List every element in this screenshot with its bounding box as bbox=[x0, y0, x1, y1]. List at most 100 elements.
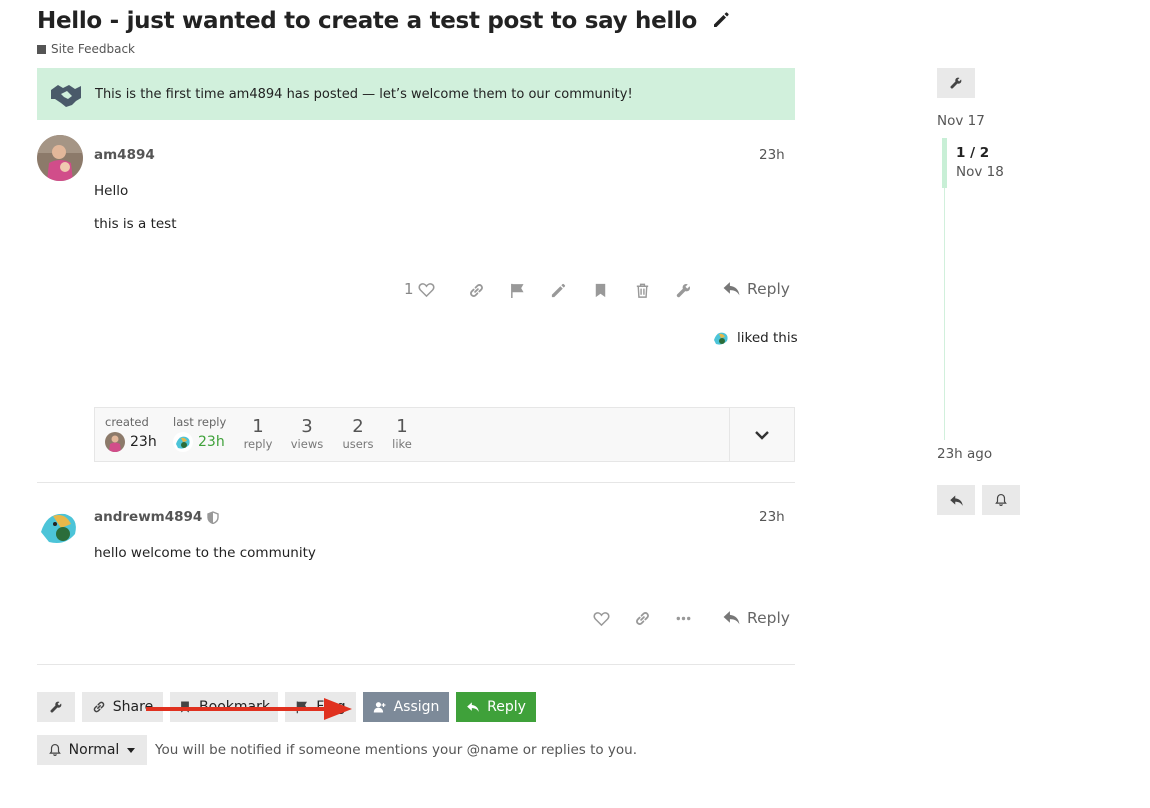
post-username[interactable]: am4894 bbox=[94, 147, 155, 163]
post-reply-button[interactable]: Reply bbox=[722, 608, 790, 627]
topic-map-created[interactable]: created 23h bbox=[105, 415, 157, 470]
first-post-notice: This is the first time am4894 has posted… bbox=[37, 68, 795, 120]
edit-button[interactable] bbox=[548, 280, 568, 300]
first-post-notice-text: This is the first time am4894 has posted… bbox=[95, 86, 633, 102]
post-date[interactable]: 23h bbox=[759, 147, 785, 163]
bell-icon bbox=[48, 743, 61, 757]
avatar bbox=[173, 432, 193, 452]
handshake-icon bbox=[51, 85, 81, 107]
timeline-notifications-button[interactable] bbox=[982, 485, 1020, 515]
like-button[interactable] bbox=[591, 608, 611, 628]
flag-button[interactable] bbox=[507, 280, 527, 300]
wrench-icon bbox=[950, 77, 962, 89]
post-reply-label: Reply bbox=[747, 279, 790, 298]
topic-map: created 23h last reply 23h 1 reply 3 vie… bbox=[94, 407, 795, 462]
topic-footer-divider bbox=[37, 664, 795, 665]
reply-label: Reply bbox=[487, 699, 526, 715]
avatar[interactable] bbox=[37, 504, 83, 550]
post-username[interactable]: andrewm4894 bbox=[94, 509, 202, 525]
reply-to-topic-button[interactable]: Reply bbox=[456, 692, 536, 722]
avatar[interactable] bbox=[37, 135, 83, 181]
created-time: 23h bbox=[130, 434, 157, 450]
avatar[interactable] bbox=[711, 328, 731, 348]
moderator-shield-icon bbox=[207, 510, 220, 524]
stat-value: 2 bbox=[352, 416, 364, 437]
post-date[interactable]: 23h bbox=[759, 509, 785, 525]
assign-label: Assign bbox=[393, 699, 440, 715]
link-icon bbox=[469, 283, 483, 297]
liked-text: liked this bbox=[737, 330, 798, 346]
category-name: Site Feedback bbox=[51, 42, 135, 56]
topic-title-text: Hello - just wanted to create a test pos… bbox=[37, 8, 698, 34]
edit-pencil-icon[interactable] bbox=[711, 10, 731, 36]
notifications-dropdown[interactable]: Normal bbox=[37, 735, 147, 765]
post-reply-label: Reply bbox=[747, 608, 790, 627]
admin-wrench-button[interactable] bbox=[673, 280, 693, 300]
timeline-position: 1 / 2 bbox=[956, 145, 990, 161]
stat-label: reply bbox=[243, 437, 273, 451]
post-username-row: andrewm4894 bbox=[94, 509, 220, 525]
stat-label: like bbox=[392, 437, 412, 451]
flag-icon bbox=[510, 283, 524, 298]
reply-icon bbox=[723, 611, 740, 625]
post-divider bbox=[37, 482, 795, 483]
link-icon bbox=[93, 701, 105, 713]
last-reply-time: 23h bbox=[198, 434, 225, 450]
bookmark-button[interactable] bbox=[590, 280, 610, 300]
timeline-start-date[interactable]: Nov 17 bbox=[937, 113, 985, 129]
delete-button[interactable] bbox=[632, 280, 652, 300]
wrench-icon bbox=[676, 283, 690, 297]
caret-down-icon bbox=[127, 748, 136, 753]
stat-label: users bbox=[342, 437, 374, 451]
post-reply-button[interactable]: Reply bbox=[722, 279, 790, 298]
avatar bbox=[105, 432, 125, 452]
heart-icon bbox=[418, 282, 435, 297]
category-badge[interactable]: Site Feedback bbox=[37, 42, 135, 56]
last-reply-label: last reply bbox=[173, 415, 227, 429]
reply-icon bbox=[467, 702, 479, 713]
heart-icon bbox=[592, 611, 610, 626]
assign-button[interactable]: Assign bbox=[363, 692, 449, 722]
ellipsis-icon bbox=[676, 616, 690, 620]
pencil-icon bbox=[551, 283, 565, 297]
timeline-reply-button[interactable] bbox=[937, 485, 975, 515]
topic-admin-wrench-button[interactable] bbox=[37, 692, 75, 722]
like-count[interactable]: 1 bbox=[404, 280, 414, 298]
wrench-icon bbox=[50, 701, 62, 713]
topic-map-stat-likes[interactable]: 1 like bbox=[388, 416, 416, 471]
copy-link-button[interactable] bbox=[466, 280, 486, 300]
copy-link-button[interactable] bbox=[632, 608, 652, 628]
post-text: this is a test bbox=[94, 216, 177, 232]
user-plus-icon bbox=[373, 702, 386, 713]
show-more-actions-button[interactable] bbox=[673, 608, 693, 628]
timeline-position-date: Nov 18 bbox=[956, 164, 1004, 180]
who-liked: liked this bbox=[711, 328, 798, 348]
chevron-down-icon bbox=[755, 430, 769, 440]
stat-value: 1 bbox=[252, 416, 264, 437]
trash-icon bbox=[636, 283, 648, 298]
notification-level: Normal bbox=[68, 742, 120, 758]
topic-map-stat-replies: 1 reply bbox=[240, 416, 276, 471]
stat-label: views bbox=[290, 437, 324, 451]
topic-map-stat-views: 3 views bbox=[288, 416, 326, 471]
annotation-arrow bbox=[146, 698, 352, 720]
post-text: hello welcome to the community bbox=[94, 545, 316, 561]
link-icon bbox=[635, 611, 649, 625]
topic-map-expand-button[interactable] bbox=[729, 408, 794, 461]
stat-value: 1 bbox=[396, 416, 408, 437]
reply-icon bbox=[723, 282, 740, 296]
timeline-scroll-handle[interactable] bbox=[942, 138, 947, 188]
timeline-admin-wrench-button[interactable] bbox=[937, 68, 975, 98]
created-label: created bbox=[105, 415, 149, 429]
reply-icon bbox=[949, 495, 963, 506]
stat-value: 3 bbox=[301, 416, 313, 437]
topic-map-stat-users[interactable]: 2 users bbox=[339, 416, 377, 471]
bookmark-icon bbox=[595, 283, 605, 297]
post-text: Hello bbox=[94, 183, 129, 199]
topic-map-last-reply[interactable]: last reply 23h bbox=[173, 415, 226, 470]
category-color-swatch bbox=[37, 44, 46, 54]
topic-title: Hello - just wanted to create a test pos… bbox=[37, 8, 731, 36]
like-button[interactable]: 1 bbox=[404, 278, 435, 300]
timeline-end-date[interactable]: 23h ago bbox=[937, 446, 992, 462]
notification-description: You will be notified if someone mentions… bbox=[155, 742, 638, 758]
